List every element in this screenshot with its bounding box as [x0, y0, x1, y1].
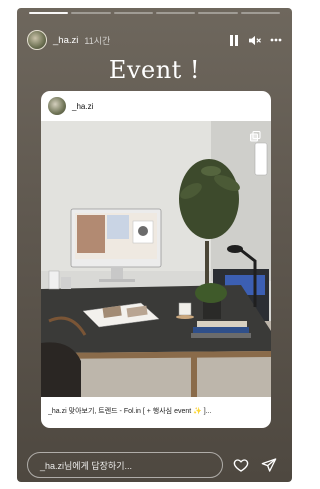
send-icon[interactable] — [261, 457, 277, 473]
copy-icon[interactable] — [249, 129, 261, 147]
story-username[interactable]: _ha.zi — [53, 35, 78, 46]
more-icon[interactable] — [270, 34, 282, 46]
progress-segment — [198, 12, 238, 14]
progress-segment — [113, 12, 153, 14]
card-caption: _ha.zi 맞아보기, 트렌드 - Fol.in [ + 행사심 event … — [48, 408, 212, 415]
story-controls — [228, 34, 282, 46]
progress-segment — [29, 12, 69, 14]
post-photo — [41, 121, 271, 397]
card-username[interactable]: _ha.zi — [72, 102, 93, 111]
story-title: Event ! — [108, 56, 201, 84]
heart-icon[interactable] — [233, 457, 249, 473]
avatar[interactable] — [27, 30, 47, 50]
pause-icon[interactable] — [228, 34, 240, 46]
story-timestamp: 11시간 — [84, 35, 111, 46]
shared-post-card[interactable]: _ha.zi _ha.zi 맞아보기, 트렌드 - Fol.in [+ 행사심… — [41, 91, 271, 428]
mute-icon[interactable] — [249, 34, 261, 46]
story-viewer[interactable]: _ha.zi 11시간 Event ! _ha.zi _ha.zi 맞아보기, … — [17, 8, 292, 482]
progress-segment — [71, 12, 111, 14]
story-header: _ha.zi 11시간 — [27, 28, 282, 52]
progress-segment — [240, 12, 280, 14]
progress-segment — [155, 12, 196, 14]
avatar[interactable] — [48, 97, 66, 115]
story-progress-bar — [29, 12, 280, 14]
reply-input[interactable]: _ha.zi님에게 답장하기... — [27, 452, 223, 478]
card-header: _ha.zi — [41, 91, 271, 121]
